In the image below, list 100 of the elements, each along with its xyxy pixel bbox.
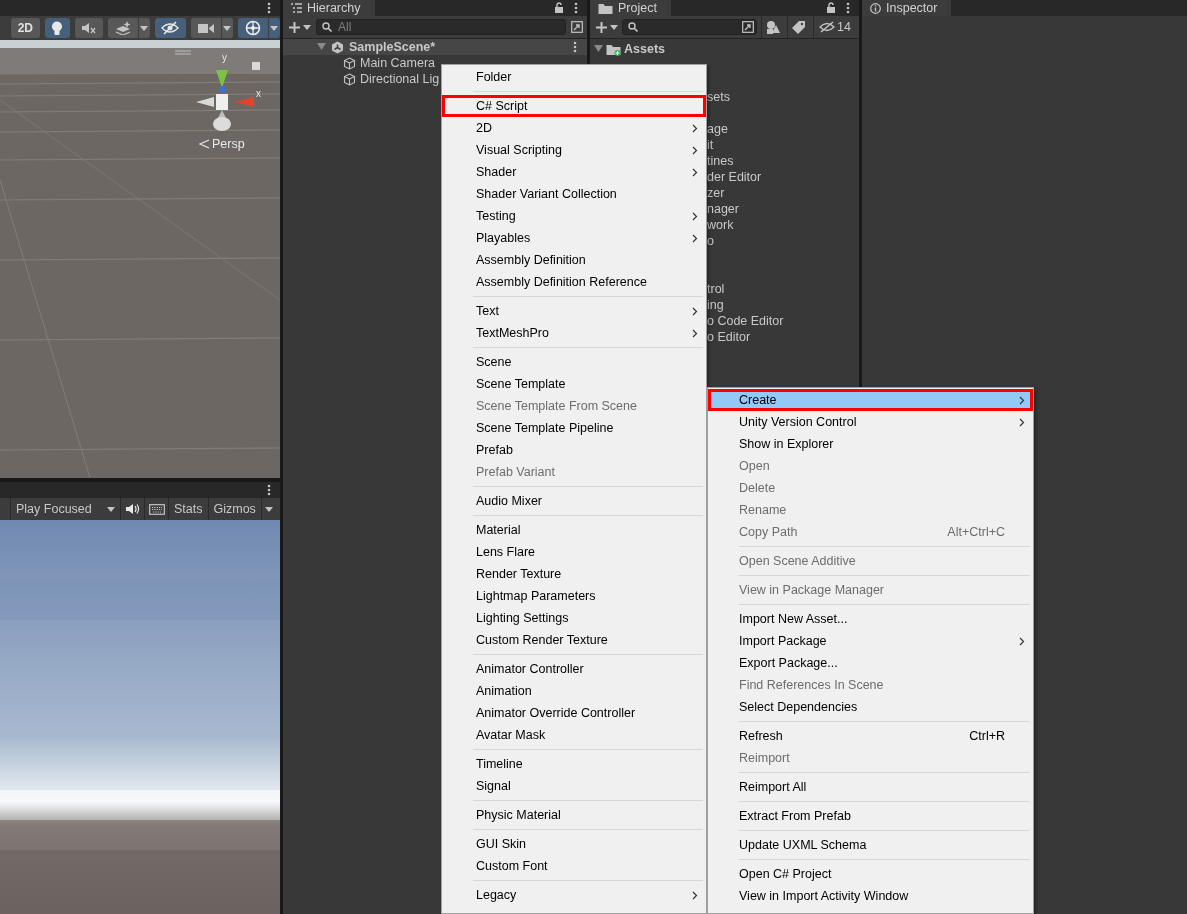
menu-item[interactable]: Select Dependencies: [708, 696, 1033, 718]
info-icon: [870, 2, 881, 14]
axis-label: x: [256, 88, 261, 99]
menu-item[interactable]: Lightmap Parameters: [442, 585, 706, 607]
menu-item[interactable]: Update UXML Schema: [708, 834, 1033, 856]
mode-button[interactable]: 2D: [11, 18, 40, 38]
chevron-icon: [1019, 417, 1025, 427]
menu-item[interactable]: Audio Mixer: [442, 490, 706, 512]
menu-item[interactable]: Import New Asset...: [708, 608, 1033, 630]
menu-item[interactable]: Material: [442, 519, 706, 541]
menu-item[interactable]: TextMeshPro: [442, 322, 706, 344]
menu-item[interactable]: Import Package: [708, 630, 1033, 652]
menu-item[interactable]: Reimport All: [708, 776, 1033, 798]
asset-item[interactable]: tines: [707, 153, 859, 169]
menu-item[interactable]: Assembly Definition Reference: [442, 271, 706, 293]
panel-tab[interactable]: Inspector: [862, 0, 952, 16]
panel-tab[interactable]: Hierarchy: [283, 0, 375, 16]
hierarchy-item[interactable]: Directional Lig: [343, 72, 440, 86]
menu-item[interactable]: Assembly Definition: [442, 249, 706, 271]
asset-item[interactable]: ing: [707, 297, 859, 313]
menu-item[interactable]: 2D: [442, 117, 706, 139]
menu-item[interactable]: Visual Scripting: [442, 139, 706, 161]
more-icon[interactable]: [574, 2, 578, 14]
menu-item[interactable]: Scene Template: [442, 373, 706, 395]
asset-item[interactable]: o Editor: [707, 329, 859, 345]
menu-item[interactable]: Refresh Ctrl+R: [708, 725, 1033, 747]
more-icon[interactable]: [846, 2, 850, 14]
hidden-packages-button[interactable]: 14: [813, 16, 851, 38]
scene-row[interactable]: SampleScene*: [283, 39, 587, 55]
menu-item[interactable]: Avatar Mask: [442, 724, 706, 746]
chevron-icon: [1019, 636, 1025, 646]
asset-item[interactable]: sets: [707, 89, 859, 105]
expand-arrow-icon[interactable]: [317, 43, 326, 51]
menu-item[interactable]: Text: [442, 300, 706, 322]
menu-item[interactable]: Animator Controller: [442, 658, 706, 680]
menu-item[interactable]: Lens Flare: [442, 541, 706, 563]
dropdown-button[interactable]: [137, 18, 150, 38]
asset-item[interactable]: o: [707, 233, 859, 249]
handle-icon[interactable]: [175, 50, 191, 55]
menu-item[interactable]: Export Package...: [708, 652, 1033, 674]
more-icon[interactable]: [267, 2, 271, 14]
asset-item[interactable]: work: [707, 217, 859, 233]
more-icon[interactable]: [267, 484, 271, 496]
menu-item[interactable]: Shader: [442, 161, 706, 183]
projection-label[interactable]: Persp: [198, 137, 245, 151]
popout-icon: [571, 21, 583, 33]
menu-item[interactable]: C# Script: [442, 95, 706, 117]
menu-item[interactable]: Scene Template Pipeline: [442, 417, 706, 439]
asset-item[interactable]: o Code Editor: [707, 313, 859, 329]
menu-item[interactable]: Custom Render Texture: [442, 629, 706, 651]
menu-item[interactable]: Testing: [442, 205, 706, 227]
add-button[interactable]: [289, 21, 311, 33]
menu-item[interactable]: Signal: [442, 775, 706, 797]
menu-item[interactable]: View in Import Activity Window: [708, 885, 1033, 907]
folder-icon: [606, 42, 621, 56]
dropdown-button[interactable]: [220, 18, 233, 38]
menu-item[interactable]: Playables: [442, 227, 706, 249]
menu-item[interactable]: Render Texture: [442, 563, 706, 585]
filter-type-button[interactable]: [761, 16, 783, 38]
menu-item[interactable]: Open C# Project: [708, 863, 1033, 885]
more-icon[interactable]: [573, 41, 577, 53]
menu-item[interactable]: Folder: [442, 66, 706, 88]
menu-item[interactable]: Shader Variant Collection: [442, 183, 706, 205]
hierarchy-item[interactable]: Main Camera: [343, 56, 436, 70]
menu-item[interactable]: Animation: [442, 680, 706, 702]
menu-item[interactable]: Timeline: [442, 753, 706, 775]
expand-arrow-icon[interactable]: [594, 45, 603, 53]
search-field[interactable]: [622, 19, 757, 35]
axis-label: y: [222, 52, 227, 63]
menu-item[interactable]: Unity Version Control: [708, 411, 1033, 433]
menu-item[interactable]: Custom Font: [442, 855, 706, 877]
asset-item[interactable]: nager: [707, 201, 859, 217]
menu-item[interactable]: Prefab: [442, 439, 706, 461]
asset-item[interactable]: zer: [707, 185, 859, 201]
asset-item[interactable]: trol: [707, 281, 859, 297]
menu-item[interactable]: Animator Override Controller: [442, 702, 706, 724]
dropdown-button[interactable]: [267, 18, 280, 38]
menu-item[interactable]: Create: [708, 389, 1033, 411]
menu-item[interactable]: Physic Material: [442, 804, 706, 826]
asset-item[interactable]: age: [707, 121, 859, 137]
layers-icon: [114, 21, 131, 35]
tag-icon: [792, 20, 805, 34]
menu-item[interactable]: GUI Skin: [442, 833, 706, 855]
search-field[interactable]: All: [316, 19, 566, 35]
asset-row[interactable]: Assets: [590, 41, 859, 57]
menu-item[interactable]: Scene: [442, 351, 706, 373]
menu-item[interactable]: Extract From Prefab: [708, 805, 1033, 827]
speaker-icon: [125, 503, 140, 515]
asset-item[interactable]: der Editor: [707, 169, 859, 185]
caret-icon: [265, 506, 274, 512]
caret-icon: [303, 24, 311, 30]
menu-item[interactable]: Show in Explorer: [708, 433, 1033, 455]
add-button[interactable]: [596, 21, 618, 33]
menu-item[interactable]: Lighting Settings: [442, 607, 706, 629]
scene-icon: [331, 40, 344, 54]
cube-icon: [343, 56, 356, 70]
panel-tab[interactable]: Project: [590, 0, 671, 16]
asset-item[interactable]: it: [707, 137, 859, 153]
caret-icon: [270, 25, 279, 31]
menu-item[interactable]: Legacy: [442, 884, 706, 906]
